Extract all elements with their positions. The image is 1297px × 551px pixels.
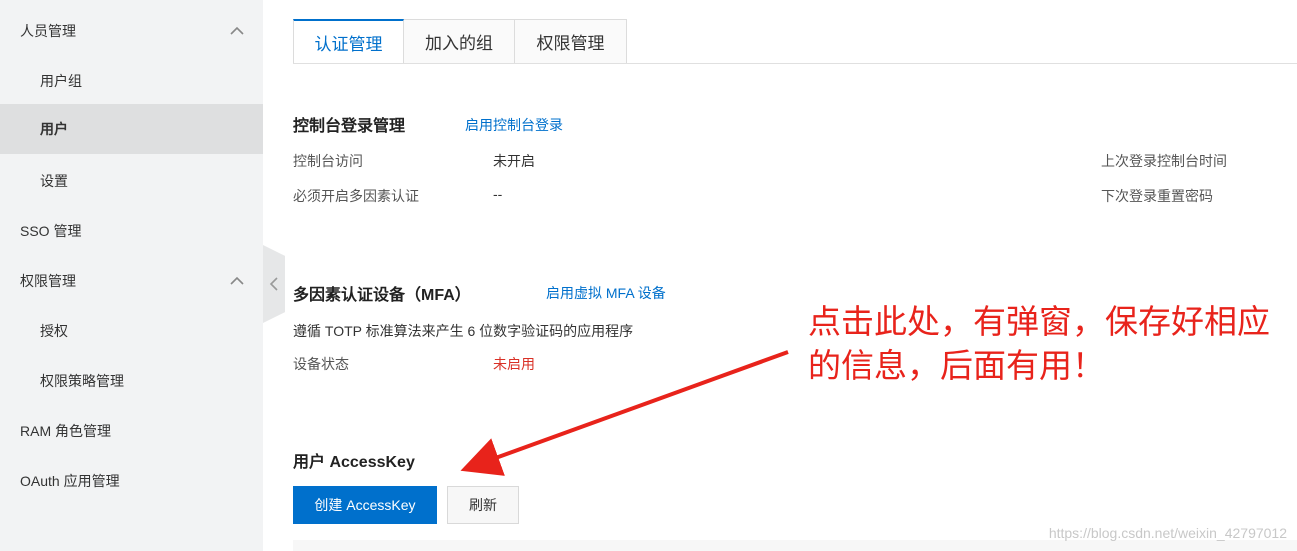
sidebar-item-policies[interactable]: 权限策略管理 [0,356,263,406]
console-access-label: 控制台访问 [293,153,363,169]
mfa-required-label: 必须开启多因素认证 [293,188,419,204]
tab-joined-groups[interactable]: 加入的组 [404,19,515,64]
tab-label: 认证管理 [314,34,383,54]
tab-divider [293,63,1297,64]
sidebar-item-authorization[interactable]: 授权 [0,306,263,356]
chevron-left-icon [269,277,278,291]
refresh-button[interactable]: 刷新 [447,486,519,524]
mfa-required-value: -- [493,186,503,202]
tab-authentication[interactable]: 认证管理 [293,19,404,64]
tab-label: 权限管理 [536,34,605,53]
sidebar-collapse-handle[interactable] [263,245,285,323]
sidebar-item-settings[interactable]: 设置 [0,156,263,206]
sidebar-item-ram-roles[interactable]: RAM 角色管理 [0,406,263,456]
chevron-up-icon [230,276,244,285]
chevron-up-icon [230,26,244,35]
sidebar-item-label: 用户组 [40,73,82,89]
annotation-arrow-icon [460,350,789,476]
console-access-value: 未开启 [493,153,535,169]
annotation-text: 点击此处，有弹窗，保存好相应的信息，后面有用！ [808,302,1270,385]
sidebar-item-user-groups[interactable]: 用户组 [0,56,263,106]
accesskey-table-header [293,540,1297,551]
watermark: https://blog.csdn.net/weixin_42797012 [1048,525,1287,541]
accesskey-title: 用户 AccessKey [293,454,415,471]
sidebar-item-people-management[interactable]: 人员管理 [0,6,263,56]
sidebar-item-label: RAM 角色管理 [20,423,111,439]
sidebar-item-sso[interactable]: SSO 管理 [0,206,263,256]
mfa-status-label: 设备状态 [293,356,349,372]
tab-label: 加入的组 [425,34,493,53]
sidebar-item-permission-management[interactable]: 权限管理 [0,256,263,306]
sidebar-item-label: 人员管理 [20,23,76,39]
mfa-description: 遵循 TOTP 标准算法来产生 6 位数字验证码的应用程序 [293,323,634,339]
sidebar-item-label: 用户 [40,121,68,137]
create-accesskey-button[interactable]: 创建 AccessKey [293,486,437,524]
sidebar-item-oauth-apps[interactable]: OAuth 应用管理 [0,456,263,506]
sidebar-item-label: 权限管理 [20,273,76,289]
sidebar-item-label: 权限策略管理 [40,373,124,389]
mfa-title: 多因素认证设备（MFA） [293,287,471,304]
enable-virtual-mfa-link[interactable]: 启用虚拟 MFA 设备 [546,283,666,303]
sidebar-item-label: 授权 [40,323,68,339]
sidebar-item-label: 设置 [40,173,68,189]
tab-bar: 认证管理 加入的组 权限管理 [293,19,627,64]
sidebar: 人员管理 用户组 用户 设置 SSO 管理 权限管理 授权 权限策略管理 RAM… [0,0,263,551]
sidebar-item-label: SSO 管理 [20,223,82,239]
enable-console-login-link[interactable]: 启用控制台登录 [465,115,563,135]
console-login-title: 控制台登录管理 [293,118,406,135]
next-reset-label: 下次登录重置密码 [1101,188,1213,204]
last-login-label: 上次登录控制台时间 [1101,153,1227,169]
sidebar-item-users[interactable]: 用户 [0,104,263,154]
tab-permissions[interactable]: 权限管理 [515,19,627,64]
sidebar-item-label: OAuth 应用管理 [20,473,120,489]
